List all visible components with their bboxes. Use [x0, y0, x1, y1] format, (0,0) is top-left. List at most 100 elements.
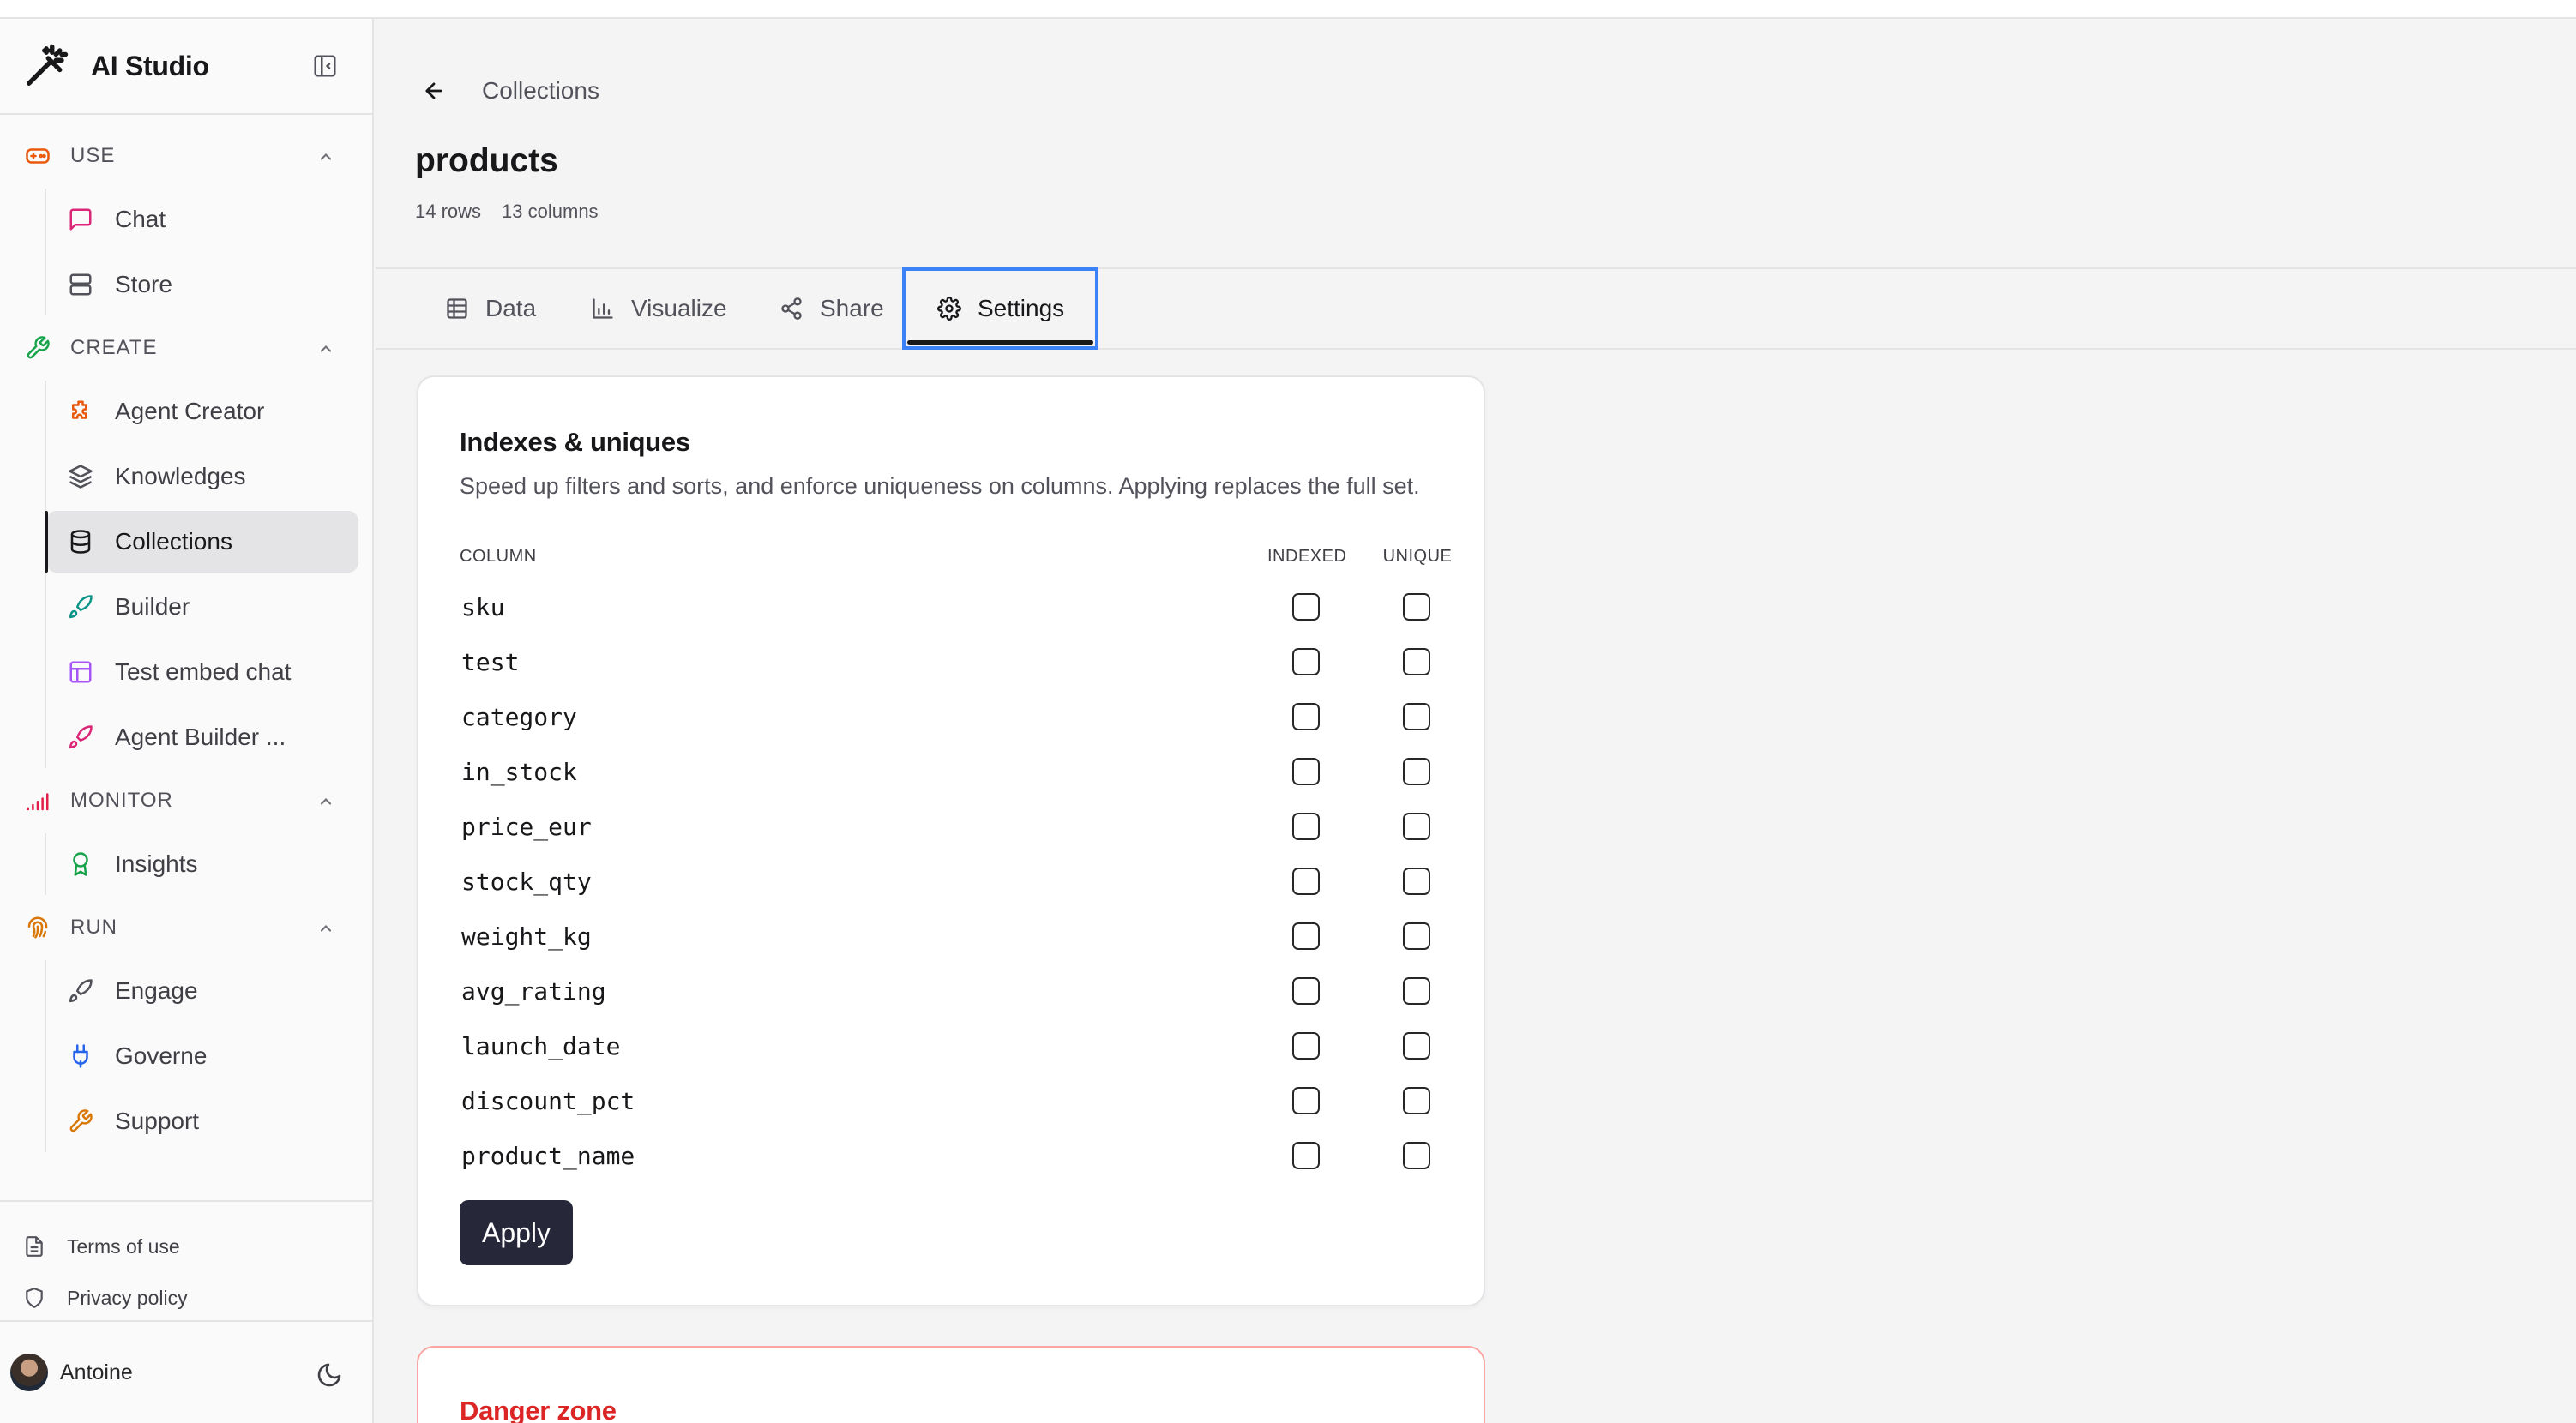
- danger-zone-card: Danger zone: [417, 1346, 1485, 1423]
- sidebar-item-agent-builder[interactable]: Agent Builder ...: [46, 706, 358, 768]
- privacy-label: Privacy policy: [67, 1286, 188, 1309]
- indexed-checkbox[interactable]: [1292, 593, 1320, 621]
- rocket-icon: [67, 593, 94, 621]
- column-header: COLUMN: [460, 547, 537, 566]
- table-row: test: [460, 636, 1442, 691]
- tab-bar: Data Visualize Share Settings: [376, 267, 2576, 350]
- app-title: AI Studio: [91, 50, 209, 81]
- breadcrumb-collections-link[interactable]: Collections: [482, 77, 599, 105]
- unique-checkbox[interactable]: [1403, 703, 1430, 730]
- indexed-checkbox[interactable]: [1292, 977, 1320, 1005]
- sidebar-item-label: Collections: [115, 528, 232, 555]
- column-name: sku: [461, 593, 505, 621]
- column-name: discount_pct: [461, 1087, 635, 1115]
- sidebar-item-label: Knowledges: [115, 463, 246, 489]
- unique-checkbox[interactable]: [1403, 1087, 1430, 1114]
- column-name: avg_rating: [461, 977, 606, 1006]
- section-label: CREATE: [70, 336, 158, 359]
- sidebar-collapse-icon[interactable]: [312, 53, 338, 79]
- chevron-up-icon: [317, 792, 334, 809]
- section-use-items: Chat Store: [45, 189, 372, 315]
- indexed-checkbox[interactable]: [1292, 648, 1320, 675]
- table-icon: [444, 296, 470, 321]
- indexes-card: Indexes & uniques Speed up filters and s…: [417, 375, 1485, 1306]
- indexed-header: INDEXED: [1267, 547, 1347, 566]
- user-bar[interactable]: Antoine: [0, 1320, 374, 1423]
- moon-icon[interactable]: [316, 1361, 343, 1389]
- indexed-checkbox[interactable]: [1292, 922, 1320, 950]
- table-row: launch_date: [460, 1020, 1442, 1075]
- sidebar-item-collections[interactable]: Collections: [45, 511, 358, 573]
- indexed-checkbox[interactable]: [1292, 1087, 1320, 1114]
- tab-label: Settings: [978, 295, 1065, 321]
- sidebar-item-insights[interactable]: Insights: [46, 833, 358, 895]
- sidebar-item-label: Test embed chat: [115, 658, 292, 685]
- tab-label: Share: [820, 295, 884, 321]
- sidebar-item-store[interactable]: Store: [46, 254, 358, 315]
- unique-checkbox[interactable]: [1403, 868, 1430, 895]
- sidebar-item-label: Insights: [115, 850, 198, 877]
- sidebar: AI Studio USE Chat Store CREATE Agent Cr…: [0, 19, 374, 1423]
- unique-checkbox[interactable]: [1403, 977, 1430, 1005]
- section-label: MONITOR: [70, 789, 173, 812]
- rocket-icon: [67, 724, 94, 751]
- unique-checkbox[interactable]: [1403, 593, 1430, 621]
- terms-label: Terms of use: [67, 1234, 180, 1258]
- signal-bars-icon: [24, 787, 51, 814]
- apply-button[interactable]: Apply: [460, 1200, 573, 1265]
- terms-link[interactable]: Terms of use: [0, 1221, 374, 1272]
- unique-checkbox[interactable]: [1403, 758, 1430, 785]
- brand-header: AI Studio: [0, 19, 372, 115]
- indexed-checkbox[interactable]: [1292, 1032, 1320, 1060]
- fingerprint-icon: [24, 914, 51, 941]
- indexed-checkbox[interactable]: [1292, 813, 1320, 840]
- award-icon: [67, 850, 94, 878]
- unique-checkbox[interactable]: [1403, 648, 1430, 675]
- sidebar-item-test-embed-chat[interactable]: Test embed chat: [46, 641, 358, 703]
- section-use[interactable]: USE: [0, 127, 372, 185]
- tab-visualize[interactable]: Visualize: [590, 269, 727, 348]
- sidebar-item-governe[interactable]: Governe: [46, 1025, 358, 1087]
- sidebar-item-support[interactable]: Support: [46, 1090, 358, 1152]
- table-row: product_name: [460, 1130, 1442, 1185]
- tab-share[interactable]: Share: [779, 269, 884, 348]
- indexes-title: Indexes & uniques: [460, 427, 690, 457]
- table-row: weight_kg: [460, 910, 1442, 965]
- top-border: [0, 0, 2576, 19]
- shield-icon: [22, 1286, 46, 1310]
- breadcrumb: Collections: [420, 77, 599, 105]
- indexed-checkbox[interactable]: [1292, 758, 1320, 785]
- section-create-items: Agent Creator Knowledges Collections Bui…: [45, 381, 372, 768]
- table-row: in_stock: [460, 746, 1442, 801]
- sidebar-item-agent-creator[interactable]: Agent Creator: [46, 381, 358, 442]
- sidebar-item-chat[interactable]: Chat: [46, 189, 358, 250]
- index-rows: sku test category in_stock price_eur stock_qt…: [460, 581, 1442, 1185]
- wrench-icon: [67, 1108, 94, 1135]
- indexed-checkbox[interactable]: [1292, 1142, 1320, 1169]
- chevron-up-icon: [317, 919, 334, 936]
- sidebar-item-knowledges[interactable]: Knowledges: [46, 446, 358, 507]
- bar-chart-icon: [590, 296, 616, 321]
- sidebar-item-engage[interactable]: Engage: [46, 960, 358, 1022]
- tab-data[interactable]: Data: [444, 269, 536, 348]
- indexed-checkbox[interactable]: [1292, 868, 1320, 895]
- sidebar-item-builder[interactable]: Builder: [46, 576, 358, 638]
- tab-settings[interactable]: Settings: [902, 267, 1099, 350]
- section-create[interactable]: CREATE: [0, 319, 372, 377]
- unique-checkbox[interactable]: [1403, 1032, 1430, 1060]
- arrow-left-icon[interactable]: [420, 77, 448, 105]
- unique-checkbox[interactable]: [1403, 813, 1430, 840]
- magic-wand-icon: [22, 42, 70, 90]
- privacy-link[interactable]: Privacy policy: [0, 1272, 374, 1324]
- page-title: products: [415, 142, 558, 179]
- unique-checkbox[interactable]: [1403, 922, 1430, 950]
- unique-header: UNIQUE: [1382, 547, 1453, 566]
- column-name: in_stock: [461, 758, 577, 786]
- danger-zone-title: Danger zone: [460, 1396, 617, 1423]
- indexed-checkbox[interactable]: [1292, 703, 1320, 730]
- section-run[interactable]: RUN: [0, 898, 372, 957]
- unique-checkbox[interactable]: [1403, 1142, 1430, 1169]
- section-monitor[interactable]: MONITOR: [0, 772, 372, 830]
- column-name: category: [461, 703, 577, 731]
- sidebar-item-label: Agent Creator: [115, 398, 265, 424]
